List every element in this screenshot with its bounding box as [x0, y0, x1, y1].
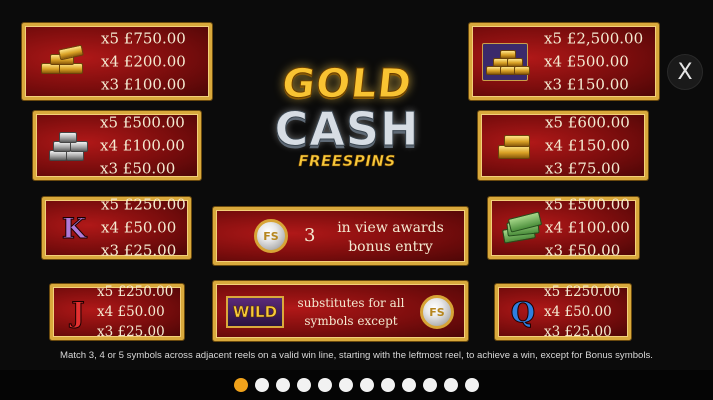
- pay-x3: x3 £75.00: [545, 159, 621, 177]
- gold-bars-icon: [39, 42, 85, 82]
- pay-x4: x4 £50.00: [97, 304, 165, 320]
- k-letter: K: [61, 211, 87, 245]
- pay-x5: x5 £500.00: [100, 113, 185, 131]
- pay-x3: x3 £25.00: [97, 324, 165, 340]
- pay-x4: x4 £50.00: [544, 304, 612, 320]
- pay-x3: x3 £50.00: [100, 159, 176, 177]
- k-symbol: K: [51, 208, 97, 248]
- pay-x5: x5 £2,500.00: [544, 29, 644, 47]
- gold-pile-icon: [482, 42, 530, 82]
- wild-except-coin-icon: FS: [420, 295, 454, 329]
- j-symbol: J: [55, 292, 101, 332]
- page-dot-4[interactable]: [297, 378, 311, 392]
- page-dot-10[interactable]: [423, 378, 437, 392]
- page-dot-3[interactable]: [276, 378, 290, 392]
- page-dot-12[interactable]: [465, 378, 479, 392]
- page-dot-9[interactable]: [402, 378, 416, 392]
- paytable-gold-bars: x5 £750.00 x4 £200.00 x3 £100.00: [22, 23, 212, 100]
- pay-x4: x4 £100.00: [100, 136, 185, 154]
- pay-x5: x5 £600.00: [545, 113, 630, 131]
- cash-stack-icon: [497, 208, 543, 248]
- wild-text-line1: substitutes for all: [297, 296, 405, 310]
- page-dot-7[interactable]: [360, 378, 374, 392]
- paytable-screen: GOLD CASH FREESPINS X x5 £750.00 x4 £200…: [0, 0, 713, 400]
- paytable-k: K x5 £250.00 x4 £50.00 x3 £25.00: [42, 195, 191, 260]
- wild-info-panel: WILD substitutes for all symbols except …: [213, 281, 468, 341]
- page-dot-1[interactable]: [234, 378, 248, 392]
- bonus-text-line2: bonus entry: [348, 239, 433, 255]
- pay-x3: x3 £25.00: [544, 324, 612, 340]
- paytable-j: J x5 £250.00 x4 £50.00 x3 £25.00: [50, 284, 184, 340]
- game-logo: GOLD CASH FREESPINS: [262, 61, 432, 180]
- page-dot-5[interactable]: [318, 378, 332, 392]
- pay-x4: x4 £200.00: [101, 52, 186, 70]
- rule-text: Match 3, 4 or 5 symbols across adjacent …: [60, 350, 653, 361]
- pay-x3: x3 £50.00: [545, 241, 621, 260]
- gold-bar-icon: [491, 126, 537, 166]
- page-dot-6[interactable]: [339, 378, 353, 392]
- q-letter: Q: [510, 295, 536, 329]
- pay-x5: x5 £250.00: [544, 284, 621, 300]
- pay-x3: x3 £150.00: [544, 75, 629, 93]
- wild-text-line2: symbols except: [304, 314, 398, 328]
- page-dot-2[interactable]: [255, 378, 269, 392]
- close-icon: X: [677, 59, 693, 85]
- pay-x3: x3 £100.00: [101, 75, 186, 93]
- pay-x5: x5 £500.00: [545, 195, 630, 214]
- pay-x5: x5 £250.00: [97, 284, 174, 300]
- bonus-text-line1: in view awards: [337, 220, 444, 236]
- logo-cash-text: CASH: [274, 102, 420, 156]
- paytable-gold-bar: x5 £600.00 x4 £150.00 x3 £75.00: [478, 111, 648, 180]
- paytable-cash-stack: x5 £500.00 x4 £100.00 x3 £50.00: [488, 195, 639, 260]
- page-dot-8[interactable]: [381, 378, 395, 392]
- pay-x5: x5 £750.00: [101, 29, 186, 47]
- pay-x5: x5 £250.00: [101, 195, 186, 214]
- logo-gold-text: GOLD: [279, 61, 415, 108]
- silver-bars-icon: [44, 126, 90, 166]
- pay-x4: x4 £500.00: [544, 52, 629, 70]
- paytable-q: Q x5 £250.00 x4 £50.00 x3 £25.00: [495, 284, 631, 340]
- paytable-gold-pile: x5 £2,500.00 x4 £500.00 x3 £150.00: [469, 23, 659, 100]
- wild-icon: WILD: [226, 296, 284, 328]
- paytable-silver-bars: x5 £500.00 x4 £100.00 x3 £50.00: [33, 111, 201, 180]
- pagination-bar: [0, 370, 713, 400]
- page-dot-11[interactable]: [444, 378, 458, 392]
- pay-x4: x4 £50.00: [101, 218, 177, 237]
- pay-x3: x3 £25.00: [101, 241, 177, 260]
- pay-x4: x4 £100.00: [545, 218, 630, 237]
- bonus-coin-icon: FS: [254, 219, 288, 253]
- pay-x4: x4 £150.00: [545, 136, 630, 154]
- bonus-count: 3: [304, 225, 316, 246]
- bonus-info-panel: FS 3 in view awards bonus entry: [213, 207, 468, 265]
- j-letter: J: [71, 295, 85, 329]
- wild-badge-text: WILD: [232, 303, 278, 322]
- q-symbol: Q: [500, 292, 546, 332]
- close-button[interactable]: X: [667, 54, 703, 90]
